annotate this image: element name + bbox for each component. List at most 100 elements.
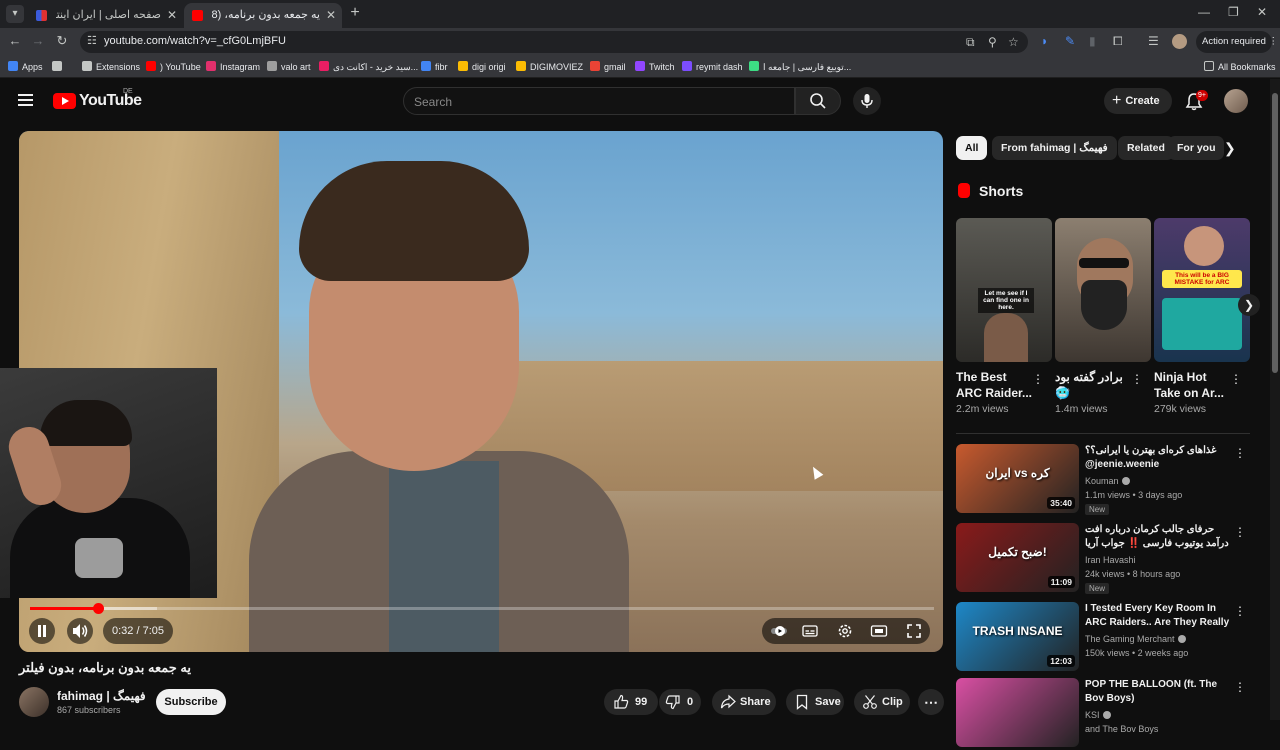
bookmark-puzzle[interactable]: Extensions [82, 60, 140, 74]
short-menu-icon[interactable]: ⋮ [1230, 372, 1242, 386]
video-thumbnail[interactable]: ضبح تکمیل! 11:09 [956, 523, 1079, 592]
voice-search-button[interactable] [853, 87, 881, 115]
profile-avatar[interactable] [1172, 34, 1187, 49]
clip-button[interactable]: Clip [854, 689, 910, 715]
video-thumbnail[interactable] [956, 678, 1079, 747]
video-menu-icon[interactable]: ⋮ [1234, 446, 1246, 460]
like-button[interactable]: 99 [604, 689, 658, 715]
new-tab-button[interactable]: + [346, 4, 364, 22]
video-thumbnail[interactable]: ایران vs کره 35:40 [956, 444, 1079, 513]
video-menu-icon[interactable]: ⋮ [1234, 680, 1246, 694]
address-bar[interactable]: ☷ youtube.com/watch?v=_cfG0LmjBFU ⧉ ⚲ ☆ [80, 31, 1028, 53]
bookmark-star-icon[interactable]: ☆ [1008, 35, 1019, 49]
recommended-video-card[interactable]: POP THE BALLOON (ft. The Bov Boys) KSI and… [956, 678, 1250, 750]
bookmark-gmail[interactable]: gmail [590, 60, 626, 74]
bookmark-apps-grid[interactable]: Apps [8, 60, 43, 74]
short-thumbnail[interactable]: Let me see if I can find one in here. [956, 218, 1052, 362]
bookmark-digi[interactable]: digi origi [458, 60, 506, 74]
video-title[interactable]: I Tested Every Key Room In ARC Raiders..… [1085, 602, 1235, 630]
extensions-puzzle-icon[interactable]: ⧠ [1113, 34, 1123, 49]
video-title[interactable]: حرفای جالب کرمان درباره افت درآمد یوتیوب… [1085, 523, 1235, 551]
search-input[interactable] [414, 93, 774, 111]
short-title[interactable]: The Best ARC Raider... [956, 369, 1034, 401]
fullscreen-icon[interactable] [905, 622, 923, 640]
close-tab-icon[interactable]: ✕ [167, 3, 177, 28]
minimize-window-icon[interactable]: — [1198, 5, 1210, 19]
bookmark-fibr[interactable]: fibr [421, 60, 448, 74]
settings-gear-icon[interactable] [836, 622, 854, 640]
short-card[interactable]: برادر گفته بود 🥶 1.4m views ⋮ [1055, 218, 1151, 415]
reload-button[interactable]: ↻ [53, 33, 71, 49]
chip-related[interactable]: Related [1118, 136, 1174, 160]
video-channel[interactable]: Iran Havashi [1085, 555, 1136, 565]
short-title[interactable]: Ninja Hot Take on Ar... [1154, 369, 1232, 401]
recommended-video-card[interactable]: ایران vs کره 35:40 غذاهای کره‌ای بهترن یا … [956, 444, 1250, 516]
address-url[interactable]: youtube.com/watch?v=_cfG0LmjBFU [104, 35, 286, 47]
channel-name[interactable]: fahimag | فهیمگ [57, 689, 146, 703]
page-scrollbar[interactable] [1270, 79, 1280, 720]
short-card[interactable]: Let me see if I can find one in here. Th… [956, 218, 1052, 415]
extension-1-icon[interactable]: ◗ [1041, 34, 1048, 48]
progress-bar[interactable] [30, 603, 934, 614]
bookmark-reymit[interactable]: reymit dash [682, 60, 743, 74]
create-button[interactable]: + Create [1104, 88, 1172, 114]
subscribe-button[interactable]: Subscribe [156, 689, 226, 715]
bookmark-android[interactable]: توییع فارسی | جامعه ا... [749, 60, 851, 74]
short-thumbnail[interactable] [1055, 218, 1151, 362]
subtitles-icon[interactable] [801, 622, 819, 640]
extension-2-icon[interactable]: ✎ [1065, 34, 1075, 48]
more-actions-button[interactable]: ⋯ [918, 689, 944, 715]
video-channel[interactable]: The Gaming Merchant [1085, 634, 1186, 644]
back-button[interactable]: ← [6, 33, 24, 48]
site-info-icon[interactable]: ☷ [87, 34, 97, 47]
browser-tab-youtube-video[interactable]: یه جمعه بدون برنامه، (468) ✕ [184, 3, 342, 28]
maximize-window-icon[interactable]: ❐ [1228, 5, 1239, 19]
short-menu-icon[interactable]: ⋮ [1032, 372, 1044, 386]
pause-button[interactable] [29, 618, 55, 644]
zoom-icon[interactable]: ⚲ [988, 35, 997, 49]
install-app-icon[interactable]: ⧉ [966, 35, 975, 50]
autoplay-toggle-icon[interactable] [770, 622, 788, 640]
browser-tab-iran-international[interactable]: صفحه اصلی | ایران اینترنشنال ✕ [28, 3, 183, 28]
share-button[interactable]: Share [712, 689, 776, 715]
video-channel[interactable]: KSI [1085, 710, 1111, 720]
video-menu-icon[interactable]: ⋮ [1234, 604, 1246, 618]
extension-3-icon[interactable]: ▮ [1089, 34, 1096, 48]
video-thumbnail[interactable]: TRASH INSANE 12:03 [956, 602, 1079, 671]
action-required-button[interactable]: Action required ⋮ [1196, 31, 1278, 53]
bookmark-twitch[interactable]: Twitch [635, 60, 675, 74]
save-button[interactable]: Save [786, 689, 844, 715]
theater-mode-icon[interactable] [870, 622, 888, 640]
chip-all[interactable]: All [956, 136, 988, 160]
video-channel[interactable]: Kouman [1085, 476, 1130, 486]
guide-menu-icon[interactable] [18, 94, 33, 106]
account-avatar[interactable] [1224, 89, 1248, 113]
channel-avatar[interactable] [19, 687, 49, 717]
chip-for-you[interactable]: For you [1168, 136, 1224, 160]
bookmark-valo[interactable]: valo art [267, 60, 311, 74]
reading-list-icon[interactable]: ☰ [1148, 34, 1159, 48]
video-menu-icon[interactable]: ⋮ [1234, 525, 1246, 539]
tab-search-menu-button[interactable]: ▾ [6, 5, 24, 23]
short-thumbnail[interactable]: This will be a BIG MISTAKE for ARC [1154, 218, 1250, 362]
recommended-video-card[interactable]: TRASH INSANE 12:03 I Tested Every Key Room… [956, 602, 1250, 674]
close-tab-icon[interactable]: ✕ [326, 3, 336, 28]
chips-next-chevron-icon[interactable]: ❯ [1224, 140, 1236, 157]
scrubber-handle[interactable] [93, 603, 105, 614]
all-bookmarks-button[interactable]: All Bookmarks [1204, 60, 1276, 74]
chip-from-channel[interactable]: From fahimag | فهیمگ [992, 136, 1117, 160]
bookmark-shop[interactable]: سید خرید - اکانت دی... [319, 60, 418, 74]
shorts-next-chevron-icon[interactable]: ❯ [1238, 294, 1260, 316]
bookmark-instagram[interactable]: Instagram [206, 60, 260, 74]
volume-button[interactable] [67, 618, 93, 644]
search-button[interactable] [795, 87, 841, 115]
video-title[interactable]: غذاهای کره‌ای بهترن یا ایرانی؟؟ jeenie.w… [1085, 444, 1235, 472]
video-title[interactable]: POP THE BALLOON (ft. The Bov Boys) [1085, 678, 1235, 706]
forward-button[interactable]: → [29, 33, 47, 48]
short-title[interactable]: برادر گفته بود 🥶 [1055, 369, 1133, 401]
recommended-video-card[interactable]: ضبح تکمیل! 11:09 حرفای جالب کرمان درباره ا… [956, 523, 1250, 595]
close-window-icon[interactable]: ✕ [1257, 5, 1267, 19]
short-card[interactable]: This will be a BIG MISTAKE for ARC Ninja… [1154, 218, 1250, 415]
bookmark-tab-groups[interactable] [52, 60, 66, 74]
bookmark-youtube[interactable]: ) YouTube [146, 60, 201, 74]
